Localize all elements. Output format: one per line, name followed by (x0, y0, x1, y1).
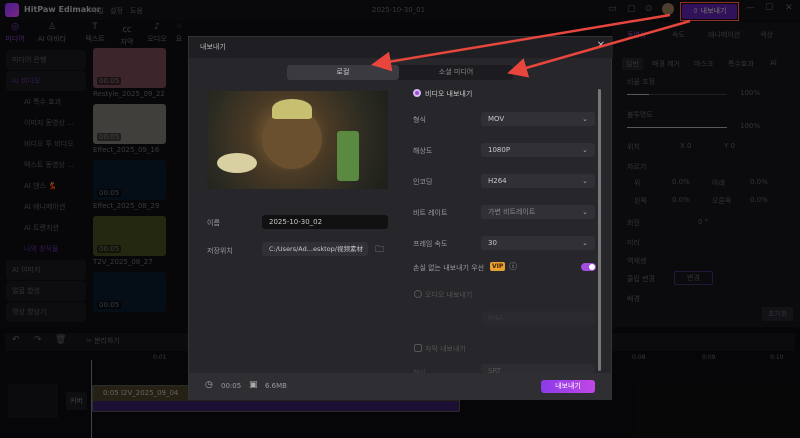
arrow-to-social-tab (507, 19, 691, 78)
annotation-arrows (371, 13, 691, 78)
